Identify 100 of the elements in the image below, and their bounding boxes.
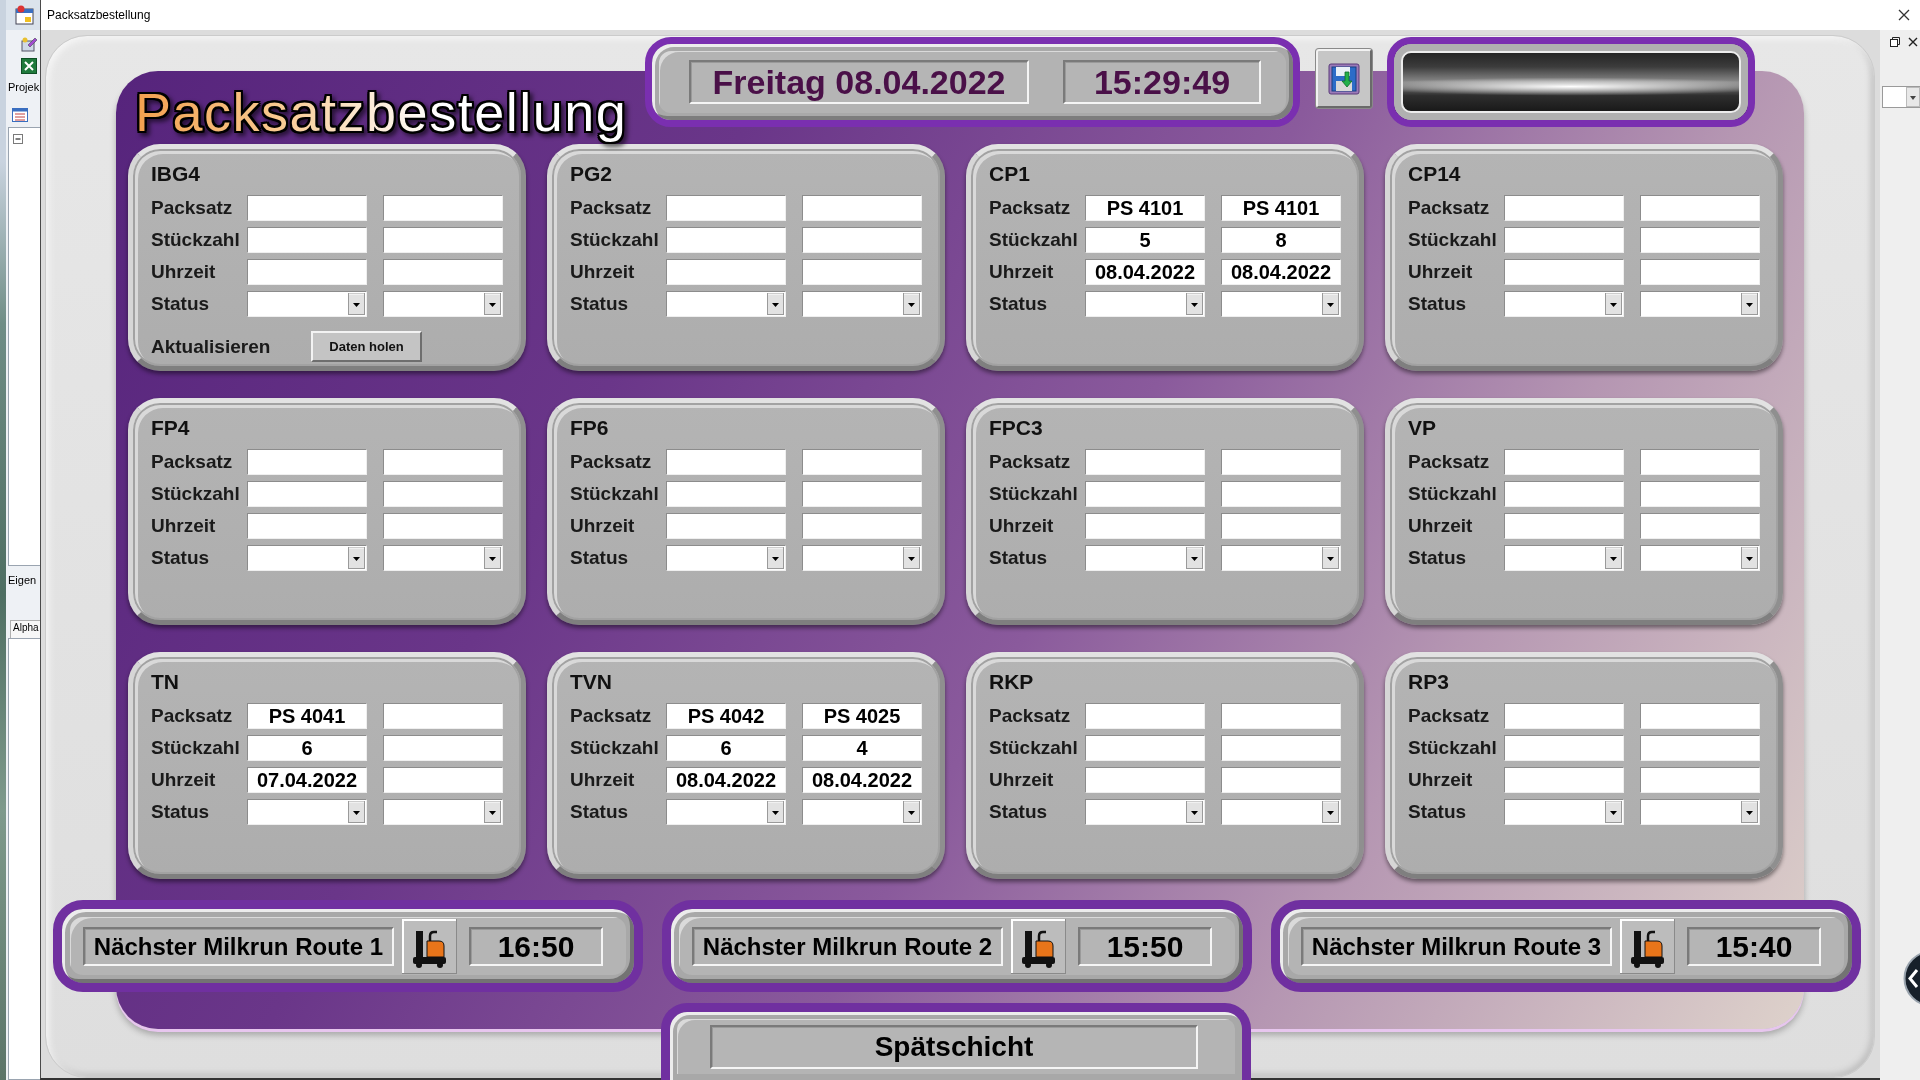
dropdown-field[interactable] — [1640, 545, 1760, 571]
input-field[interactable] — [1504, 259, 1624, 285]
input-field[interactable] — [383, 449, 503, 475]
input-field[interactable]: PS 4025 — [802, 703, 922, 729]
restore-icon[interactable] — [1890, 37, 1900, 47]
input-field[interactable] — [1085, 449, 1205, 475]
input-field[interactable] — [1504, 513, 1624, 539]
input-field[interactable] — [1640, 735, 1760, 761]
input-field[interactable] — [247, 195, 367, 221]
dropdown-field[interactable] — [802, 291, 922, 317]
input-field[interactable] — [1085, 703, 1205, 729]
input-field[interactable]: PS 4101 — [1085, 195, 1205, 221]
dropdown-field[interactable] — [1640, 291, 1760, 317]
input-field[interactable] — [666, 195, 786, 221]
input-field[interactable] — [247, 513, 367, 539]
input-field[interactable] — [666, 481, 786, 507]
input-field[interactable]: 8 — [1221, 227, 1341, 253]
dropdown-field[interactable] — [1085, 799, 1205, 825]
input-field[interactable] — [247, 449, 367, 475]
input-field[interactable] — [1221, 513, 1341, 539]
dropdown-field[interactable] — [383, 799, 503, 825]
dropdown-field[interactable] — [802, 545, 922, 571]
dropdown-field[interactable] — [1640, 799, 1760, 825]
input-field[interactable]: 6 — [666, 735, 786, 761]
dropdown-field[interactable] — [247, 545, 367, 571]
dropdown-field[interactable] — [247, 799, 367, 825]
fetch-data-button[interactable]: Daten holen — [311, 331, 422, 362]
input-field[interactable] — [802, 513, 922, 539]
input-field[interactable]: 4 — [802, 735, 922, 761]
dropdown-field[interactable] — [1882, 86, 1920, 108]
input-field[interactable] — [383, 481, 503, 507]
input-field[interactable] — [1221, 703, 1341, 729]
input-field[interactable] — [1504, 703, 1624, 729]
input-field[interactable] — [666, 513, 786, 539]
close-icon[interactable] — [1898, 9, 1910, 21]
input-field[interactable] — [1221, 735, 1341, 761]
input-field[interactable] — [802, 481, 922, 507]
input-field[interactable] — [1640, 513, 1760, 539]
input-field[interactable] — [1085, 735, 1205, 761]
input-field[interactable]: 6 — [247, 735, 367, 761]
dropdown-field[interactable] — [1504, 799, 1624, 825]
dropdown-field[interactable] — [666, 291, 786, 317]
save-button[interactable] — [1316, 49, 1372, 108]
input-field[interactable] — [383, 195, 503, 221]
dropdown-field[interactable] — [383, 291, 503, 317]
input-field[interactable] — [1640, 767, 1760, 793]
input-field[interactable] — [1085, 767, 1205, 793]
input-field[interactable] — [802, 449, 922, 475]
input-field[interactable] — [1640, 703, 1760, 729]
input-field[interactable] — [1504, 449, 1624, 475]
dropdown-field[interactable] — [383, 545, 503, 571]
dropdown-field[interactable] — [1504, 291, 1624, 317]
input-field[interactable] — [1085, 481, 1205, 507]
input-field[interactable] — [1504, 195, 1624, 221]
dropdown-field[interactable] — [1221, 799, 1341, 825]
input-field[interactable] — [1504, 227, 1624, 253]
input-field[interactable]: PS 4101 — [1221, 195, 1341, 221]
input-field[interactable] — [383, 513, 503, 539]
input-field[interactable]: 08.04.2022 — [1221, 259, 1341, 285]
input-field[interactable] — [383, 227, 503, 253]
input-field[interactable] — [383, 703, 503, 729]
dropdown-field[interactable] — [1221, 545, 1341, 571]
input-field[interactable]: 08.04.2022 — [666, 767, 786, 793]
input-field[interactable] — [802, 259, 922, 285]
dropdown-field[interactable] — [247, 291, 367, 317]
dropdown-field[interactable] — [1504, 545, 1624, 571]
input-field[interactable] — [666, 259, 786, 285]
input-field[interactable]: 07.04.2022 — [247, 767, 367, 793]
input-field[interactable] — [1221, 767, 1341, 793]
input-field[interactable] — [383, 735, 503, 761]
input-field[interactable] — [1221, 481, 1341, 507]
input-field[interactable] — [247, 259, 367, 285]
input-field[interactable]: PS 4042 — [666, 703, 786, 729]
input-field[interactable] — [1504, 767, 1624, 793]
input-field[interactable] — [383, 767, 503, 793]
input-field[interactable] — [802, 227, 922, 253]
input-field[interactable] — [1504, 481, 1624, 507]
input-field[interactable] — [1640, 195, 1760, 221]
input-field[interactable]: 08.04.2022 — [802, 767, 922, 793]
input-field[interactable] — [666, 227, 786, 253]
input-field[interactable] — [247, 481, 367, 507]
input-field[interactable]: PS 4041 — [247, 703, 367, 729]
dropdown-field[interactable] — [1085, 545, 1205, 571]
input-field[interactable]: 08.04.2022 — [1085, 259, 1205, 285]
input-field[interactable] — [1640, 259, 1760, 285]
input-field[interactable] — [666, 449, 786, 475]
dropdown-field[interactable] — [666, 545, 786, 571]
dropdown-field[interactable] — [802, 799, 922, 825]
dropdown-field[interactable] — [1085, 291, 1205, 317]
input-field[interactable] — [1640, 449, 1760, 475]
close-icon[interactable] — [1908, 37, 1918, 47]
input-field[interactable] — [1504, 735, 1624, 761]
tab[interactable]: Alpha — [10, 620, 40, 638]
input-field[interactable] — [383, 259, 503, 285]
input-field[interactable] — [247, 227, 367, 253]
input-field[interactable] — [802, 195, 922, 221]
input-field[interactable]: 5 — [1085, 227, 1205, 253]
dropdown-field[interactable] — [666, 799, 786, 825]
input-field[interactable] — [1221, 449, 1341, 475]
input-field[interactable] — [1640, 227, 1760, 253]
